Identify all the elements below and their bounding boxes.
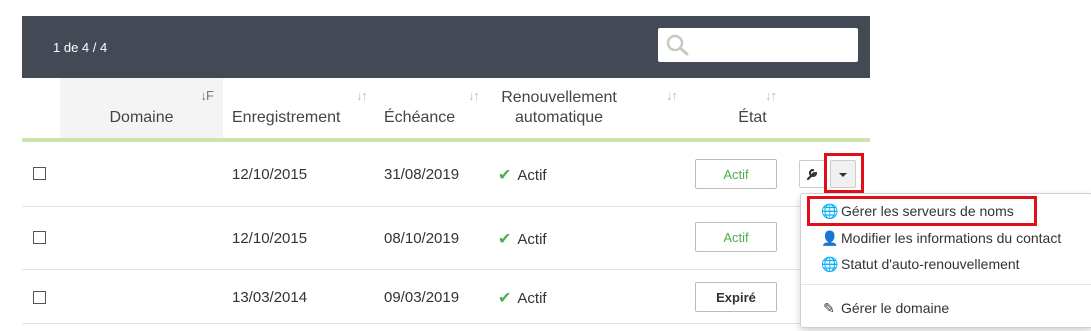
column-header-state[interactable]: ↓↑ État	[687, 78, 870, 142]
menu-divider	[801, 284, 1091, 285]
menu-item-label: Modifier les informations du contact	[841, 230, 1062, 246]
column-label: Enregistrement	[232, 109, 341, 126]
sort-icon: ↓↑	[765, 88, 777, 103]
auto-renew-status: ✔ Actif	[498, 288, 547, 308]
column-label-line1: Renouvellement	[501, 89, 617, 106]
globe-icon: 🌐	[821, 256, 839, 272]
registration-date: 13/03/2014	[232, 289, 308, 306]
state-button[interactable]: Expiré	[695, 282, 777, 312]
registration-date: 12/10/2015	[232, 230, 308, 247]
menu-item-edit-contact[interactable]: 👤 Modifier les informations du contact	[821, 230, 1061, 247]
sort-desc-icon: ↓F	[200, 88, 214, 103]
redacted-domain	[62, 213, 182, 255]
expiry-date: 08/10/2019	[384, 230, 460, 247]
state-button[interactable]: Actif	[695, 222, 777, 252]
row-checkbox[interactable]	[33, 231, 46, 244]
expiry-date: 09/03/2019	[384, 289, 460, 306]
expiry-date: 31/08/2019	[384, 166, 460, 183]
search-icon	[666, 34, 689, 56]
highlight-manage-nameservers	[807, 196, 1037, 226]
registration-date: 12/10/2015	[232, 166, 308, 183]
menu-item-manage-domain[interactable]: ✎ Gérer le domaine	[821, 300, 949, 317]
header-underline-base	[22, 138, 870, 142]
highlight-dropdown-toggle	[824, 153, 864, 193]
column-label: Renouvellement automatique	[459, 88, 659, 128]
menu-item-label: Gérer le domaine	[841, 300, 950, 316]
auto-renew-label: Actif	[517, 290, 547, 307]
sort-icon: ↓↑	[666, 88, 678, 103]
row-divider	[22, 206, 870, 207]
wrench-icon	[806, 168, 818, 181]
user-icon: 👤	[821, 230, 839, 246]
row-checkbox[interactable]	[33, 167, 46, 180]
row-divider	[22, 269, 870, 270]
column-label: Domaine	[109, 109, 174, 126]
column-label: État	[738, 109, 767, 126]
auto-renew-status: ✔ Actif	[498, 165, 547, 185]
menu-item-auto-renew-status[interactable]: 🌐 Statut d'auto-renouvellement	[821, 256, 1020, 273]
column-header-registration[interactable]: ↓↑ Enregistrement	[223, 78, 368, 142]
state-button[interactable]: Actif	[695, 159, 777, 189]
column-label-line2: automatique	[514, 109, 604, 126]
row-checkbox[interactable]	[33, 291, 46, 304]
sort-icon: ↓↑	[356, 88, 368, 103]
pagination-label: 1 de 4 / 4	[53, 40, 108, 55]
auto-renew-status: ✔ Actif	[498, 229, 547, 249]
menu-item-label: Statut d'auto-renouvellement	[841, 256, 1020, 272]
pencil-icon: ✎	[823, 300, 835, 316]
auto-renew-label: Actif	[517, 231, 547, 248]
table-toolbar: 1 de 4 / 4	[22, 16, 870, 78]
check-icon: ✔	[498, 231, 512, 248]
auto-renew-label: Actif	[517, 167, 547, 184]
search-input[interactable]	[658, 28, 858, 62]
check-icon: ✔	[498, 167, 512, 184]
column-header-domain[interactable]: ↓F Domaine	[60, 78, 223, 142]
check-icon: ✔	[498, 290, 512, 307]
manage-button[interactable]	[799, 160, 825, 188]
row-divider	[22, 323, 870, 324]
